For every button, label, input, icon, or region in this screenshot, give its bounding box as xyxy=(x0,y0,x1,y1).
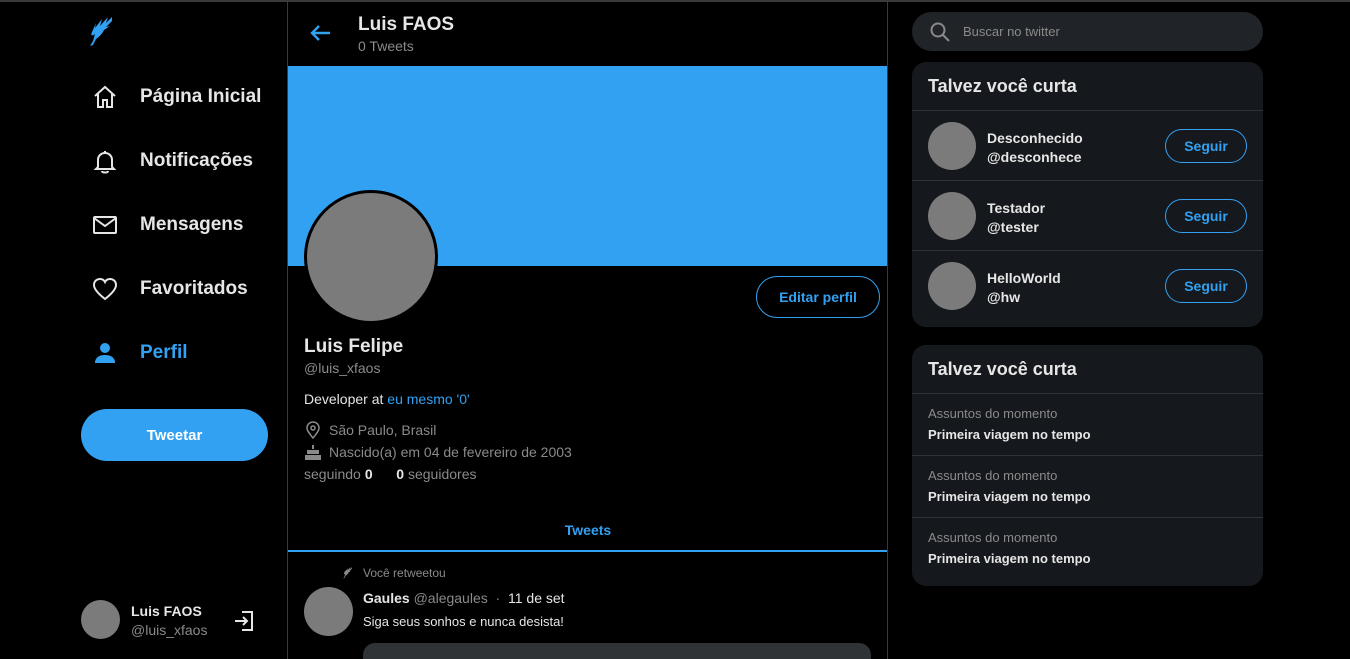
tweet-author-name[interactable]: Gaules xyxy=(363,590,410,606)
birth-text: Nascido(a) em 04 de fevereiro de 2003 xyxy=(329,444,572,460)
nav-label-messages: Mensagens xyxy=(140,214,244,235)
nav-item-favorites[interactable]: Favoritados xyxy=(90,269,248,309)
back-arrow-icon[interactable] xyxy=(308,20,334,46)
suggested-user-handle: @tester xyxy=(987,219,1039,235)
nav-label-notifications: Notificações xyxy=(140,150,253,171)
search-bar xyxy=(912,12,1263,51)
nav-item-home[interactable]: Página Inicial xyxy=(90,77,261,117)
follow-button[interactable]: Seguir xyxy=(1165,199,1247,233)
retweet-indicator: Você retweetou xyxy=(341,566,446,580)
follow-button[interactable]: Seguir xyxy=(1165,269,1247,303)
following-count[interactable]: 0 xyxy=(365,466,373,482)
nav-item-notifications[interactable]: Notificações xyxy=(90,141,253,181)
suggested-user[interactable]: Testador @tester Seguir xyxy=(912,181,1263,251)
trend-item[interactable]: Assuntos do momento Primeira viagem no t… xyxy=(912,394,1263,456)
who-to-follow-title: Talvez você curta xyxy=(912,62,1263,111)
edit-profile-button[interactable]: Editar perfil xyxy=(756,276,880,318)
tweet-count: 0 Tweets xyxy=(358,38,414,54)
avatar xyxy=(928,192,976,240)
trends-title: Talvez você curta xyxy=(912,345,1263,394)
bird-icon xyxy=(341,566,355,580)
mail-icon xyxy=(90,210,120,240)
profile-avatar[interactable] xyxy=(304,190,438,324)
tweet-separator: · xyxy=(495,590,501,606)
suggested-user-name: HelloWorld xyxy=(987,270,1061,286)
tweet-header: Gaules @alegaules · 11 de set xyxy=(363,590,565,606)
follow-button[interactable]: Seguir xyxy=(1165,129,1247,163)
suggested-user[interactable]: HelloWorld @hw Seguir xyxy=(912,251,1263,321)
followers-label[interactable]: seguidores xyxy=(408,466,477,482)
nav-item-profile[interactable]: Perfil xyxy=(90,333,188,373)
nav-label-home: Página Inicial xyxy=(140,86,262,107)
profile-handle: @luis_xfaos xyxy=(304,360,381,376)
tweet-author-handle: @alegaules xyxy=(413,590,488,606)
nav-label-favorites: Favoritados xyxy=(140,278,248,299)
following-label[interactable]: seguindo xyxy=(304,466,361,482)
avatar xyxy=(81,600,120,639)
cake-icon xyxy=(304,443,322,461)
trend-category: Assuntos do momento xyxy=(928,406,1058,421)
sidebar: Página Inicial Notificações Mensagens Fa… xyxy=(0,0,288,659)
user-icon xyxy=(90,338,120,368)
account-switcher[interactable]: Luis FAOS @luis_xfaos xyxy=(81,600,271,640)
suggested-user[interactable]: Desconhecido @desconhece Seguir xyxy=(912,111,1263,181)
follow-stats: seguindo 0 0 seguidores xyxy=(304,466,476,482)
heart-icon xyxy=(90,274,120,304)
search-icon xyxy=(929,21,951,43)
logout-icon[interactable] xyxy=(232,609,256,633)
avatar xyxy=(928,262,976,310)
nav-item-messages[interactable]: Mensagens xyxy=(90,205,243,245)
suggested-user-name: Testador xyxy=(987,200,1046,216)
avatar xyxy=(928,122,976,170)
suggested-user-handle: @desconhece xyxy=(987,149,1082,165)
header-title: Luis FAOS xyxy=(358,14,455,35)
account-handle: @luis_xfaos xyxy=(131,622,208,638)
suggested-user-name: Desconhecido xyxy=(987,130,1083,146)
bio-link[interactable]: eu mesmo '0' xyxy=(387,391,469,407)
tweet-button[interactable]: Tweetar xyxy=(81,409,268,461)
trend-category: Assuntos do momento xyxy=(928,530,1058,545)
search-input[interactable] xyxy=(963,24,1243,39)
bird-icon[interactable] xyxy=(84,14,120,50)
location-text: São Paulo, Brasil xyxy=(329,422,437,438)
profile-birth: Nascido(a) em 04 de fevereiro de 2003 xyxy=(304,443,572,461)
trend-topic: Primeira viagem no tempo xyxy=(928,489,1091,504)
trend-item[interactable]: Assuntos do momento Primeira viagem no t… xyxy=(912,456,1263,518)
tweet-author-avatar[interactable] xyxy=(304,587,353,636)
profile-location: São Paulo, Brasil xyxy=(304,421,436,439)
trend-topic: Primeira viagem no tempo xyxy=(928,551,1091,566)
location-pin-icon xyxy=(304,421,322,439)
retweet-label: Você retweetou xyxy=(363,566,446,580)
tweet-media-preview[interactable] xyxy=(363,643,871,659)
nav-label-profile: Perfil xyxy=(140,342,188,363)
trend-item[interactable]: Assuntos do momento Primeira viagem no t… xyxy=(912,518,1263,580)
trend-category: Assuntos do momento xyxy=(928,468,1058,483)
tab-tweets[interactable]: Tweets xyxy=(288,510,887,552)
suggested-user-handle: @hw xyxy=(987,289,1021,305)
tweet-date[interactable]: 11 de set xyxy=(508,590,565,606)
bell-icon xyxy=(90,146,120,176)
profile-name: Luis Felipe xyxy=(304,336,404,357)
profile-bio: Developer at eu mesmo '0' xyxy=(304,391,470,407)
trend-topic: Primeira viagem no tempo xyxy=(928,427,1091,442)
who-to-follow-card: Talvez você curta Desconhecido @desconhe… xyxy=(912,62,1263,327)
bio-text: Developer at xyxy=(304,391,388,407)
home-icon xyxy=(90,82,120,112)
tweet-text: Siga seus sonhos e nunca desista! xyxy=(363,614,564,629)
trends-card: Talvez você curta Assuntos do momento Pr… xyxy=(912,345,1263,586)
profile-column: Luis FAOS 0 Tweets Editar perfil Luis Fe… xyxy=(287,2,888,659)
followers-count[interactable]: 0 xyxy=(396,466,404,482)
account-name: Luis FAOS xyxy=(131,603,202,619)
